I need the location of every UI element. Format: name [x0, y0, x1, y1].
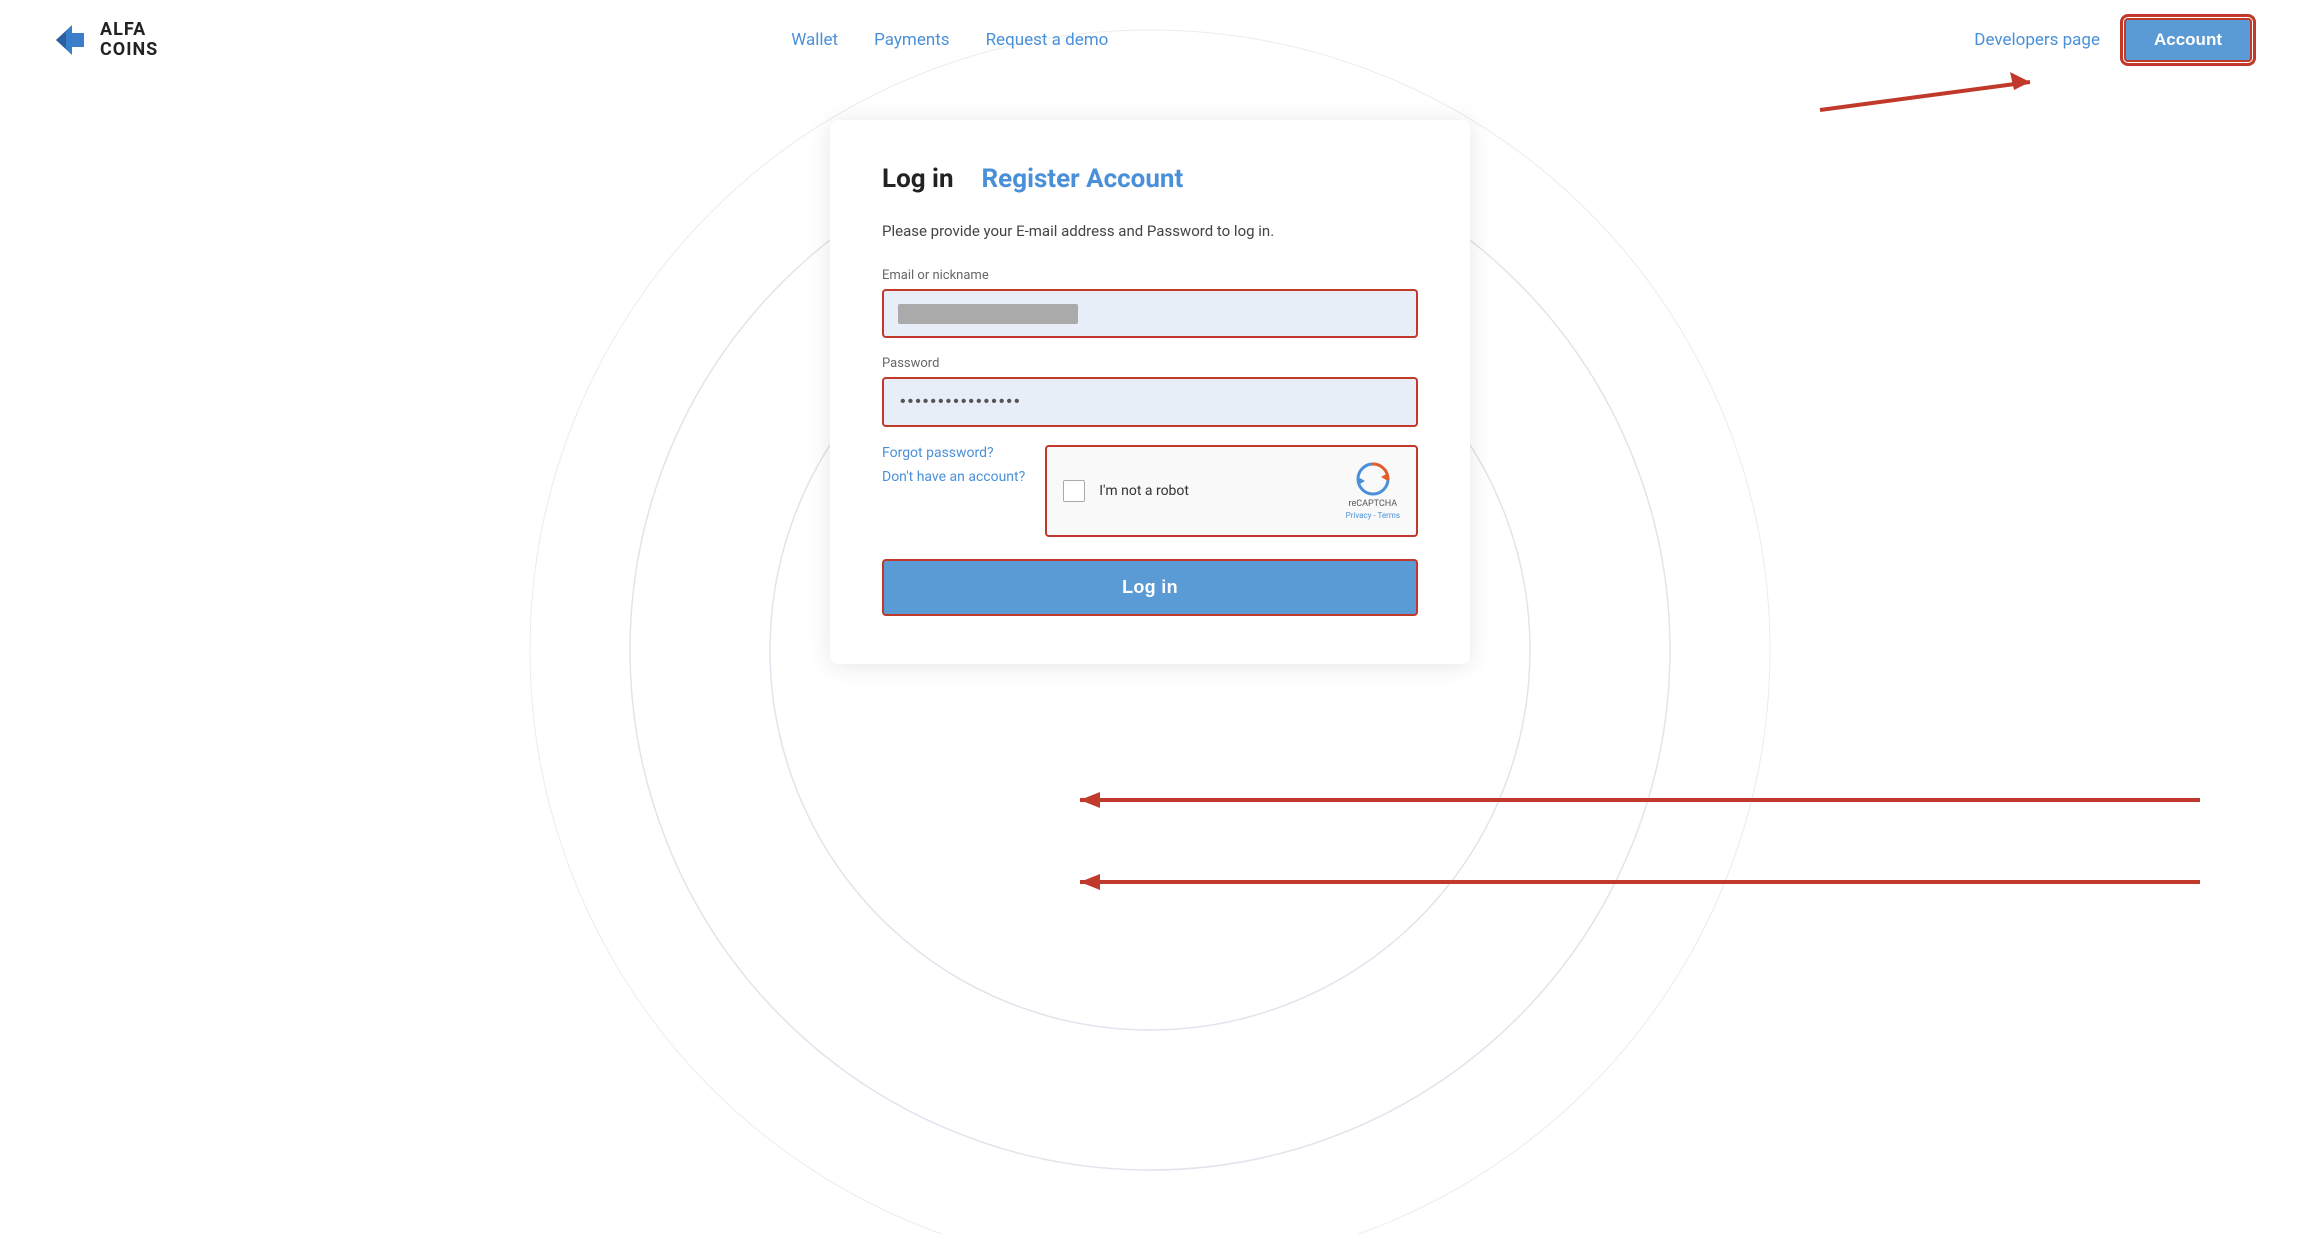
nav-payments[interactable]: Payments: [874, 30, 949, 50]
email-input[interactable]: [882, 289, 1418, 338]
recaptcha-brand-text: reCAPTCHA Privacy - Terms: [1346, 499, 1400, 521]
header: ALFA COINS Wallet Payments Request a dem…: [0, 0, 2300, 80]
logo-line1: ALFA: [100, 20, 158, 40]
header-right: Developers page Account: [1974, 18, 2252, 62]
recaptcha-icon: [1355, 461, 1391, 497]
bottom-row: Forgot password? Don't have an account? …: [882, 445, 1418, 537]
developers-link[interactable]: Developers page: [1974, 30, 2100, 50]
logo-text: ALFA COINS: [100, 20, 158, 60]
password-input[interactable]: [882, 377, 1418, 427]
logo-icon: [48, 19, 90, 61]
login-card: Log in Register Account Please provide y…: [830, 120, 1470, 664]
account-button[interactable]: Account: [2124, 18, 2252, 62]
recaptcha-widget[interactable]: I'm not a robot reCAPTCHA Privacy - Term…: [1045, 445, 1418, 537]
logo[interactable]: ALFA COINS: [48, 19, 158, 61]
tab-login[interactable]: Log in: [882, 164, 954, 194]
forgot-password-link[interactable]: Forgot password?: [882, 445, 1025, 461]
main-content: Log in Register Account Please provide y…: [0, 80, 2300, 1234]
email-label: Email or nickname: [882, 268, 1418, 283]
nav-wallet[interactable]: Wallet: [791, 30, 838, 50]
main-nav: Wallet Payments Request a demo: [591, 30, 1108, 50]
tab-register[interactable]: Register Account: [982, 164, 1184, 194]
email-field-group: Email or nickname: [882, 268, 1418, 338]
password-label: Password: [882, 356, 1418, 371]
password-field-group: Password: [882, 356, 1418, 445]
logo-line2: COINS: [100, 40, 158, 60]
no-account-link[interactable]: Don't have an account?: [882, 469, 1025, 485]
recaptcha-checkbox[interactable]: [1063, 480, 1085, 502]
recaptcha-label: I'm not a robot: [1099, 483, 1331, 499]
form-subtitle: Please provide your E-mail address and P…: [882, 222, 1418, 240]
links-column: Forgot password? Don't have an account?: [882, 445, 1025, 485]
recaptcha-logo: reCAPTCHA Privacy - Terms: [1346, 461, 1400, 521]
login-button[interactable]: Log in: [882, 559, 1418, 616]
nav-request-demo[interactable]: Request a demo: [986, 30, 1109, 50]
card-tabs: Log in Register Account: [882, 164, 1418, 194]
